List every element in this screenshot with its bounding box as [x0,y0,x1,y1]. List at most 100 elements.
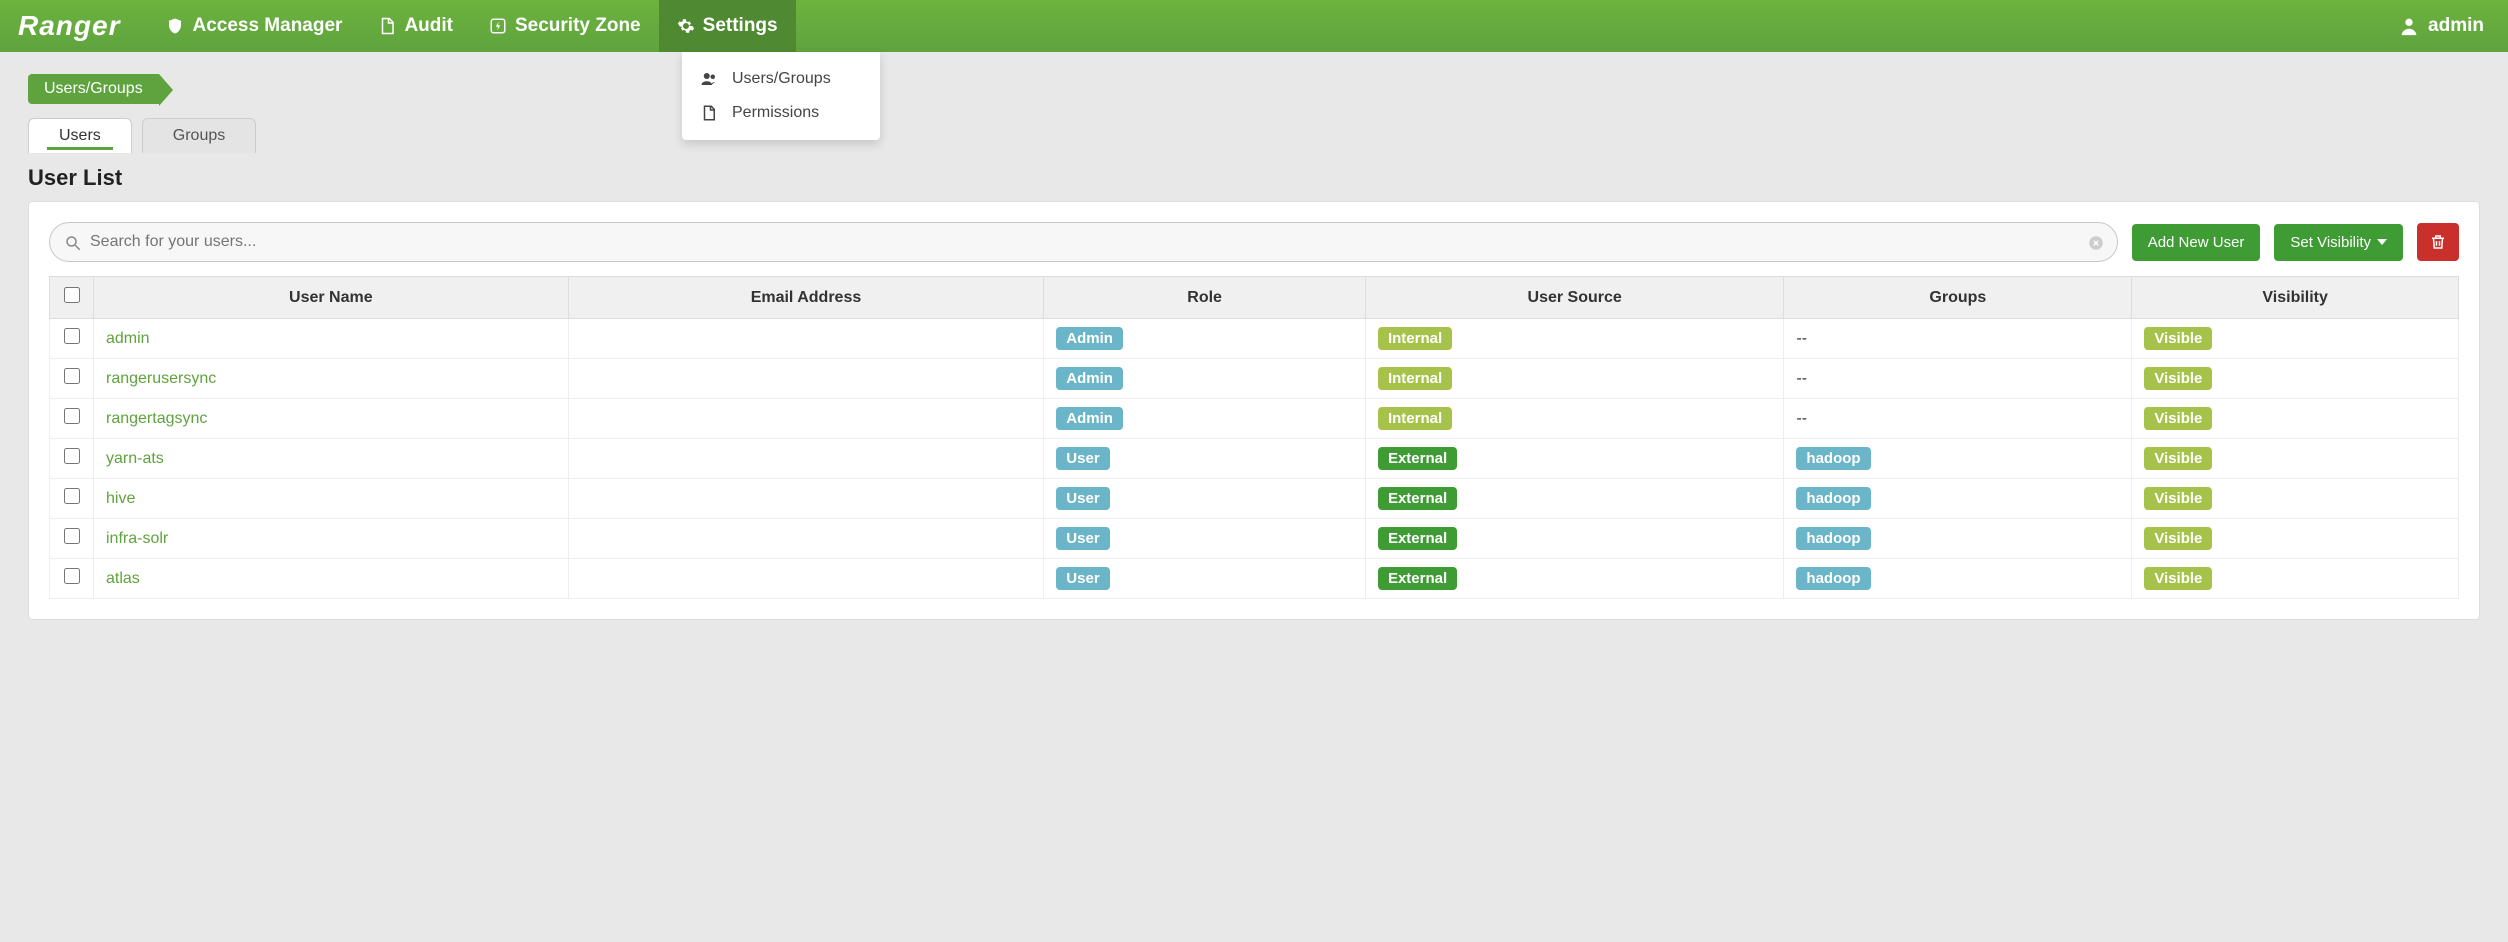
cell-source: Internal [1365,359,1783,399]
row-checkbox[interactable] [64,568,80,584]
cell-check [50,559,94,599]
caret-down-icon [2377,239,2387,245]
cell-email [568,559,1044,599]
cell-role: User [1044,439,1366,479]
add-user-button[interactable]: Add New User [2132,224,2261,261]
cell-groups: -- [1784,359,2132,399]
row-checkbox[interactable] [64,368,80,384]
gear-icon [677,17,695,35]
cell-role: Admin [1044,399,1366,439]
cell-groups: hadoop [1784,479,2132,519]
tab-groups[interactable]: Groups [142,118,256,153]
badge: Internal [1378,367,1452,390]
cell-check [50,479,94,519]
row-checkbox[interactable] [64,328,80,344]
table-row: admin Admin Internal -- Visible [50,319,2459,359]
table-row: rangerusersyncAdminInternal--Visible [50,359,2459,399]
badge: Visible [2144,527,2212,550]
trash-icon [2429,233,2447,251]
col-groups: Groups [1784,277,2132,319]
dropdown-label: Users/Groups [732,70,831,88]
cell-email [568,319,1044,359]
badge: hadoop [1796,447,1870,470]
cell-visibility: Visible [2132,519,2459,559]
badge: Admin [1056,327,1123,350]
user-link[interactable]: infra-solr [106,530,168,547]
dropdown-permissions[interactable]: Permissions [682,96,880,130]
badge: Internal [1378,327,1452,350]
toolbar: Add New User Set Visibility [49,222,2459,262]
search-input[interactable] [90,233,2081,251]
tab-users[interactable]: Users [28,118,132,153]
badge: Visible [2144,367,2212,390]
nav-label: Audit [404,15,453,37]
cell-groups: -- [1784,319,2132,359]
cell-groups: hadoop [1784,559,2132,599]
users-table: User Name Email Address Role User Source… [49,276,2459,599]
cell-user-name: rangerusersync [94,359,569,399]
cell-source: External [1365,479,1783,519]
badge: Visible [2144,327,2212,350]
cell-email [568,399,1044,439]
user-link[interactable]: yarn-ats [106,450,164,467]
nav-items: Access Manager Audit Security Zone Setti… [148,0,795,52]
col-source: User Source [1365,277,1783,319]
cell-groups: hadoop [1784,519,2132,559]
badge: hadoop [1796,567,1870,590]
panel: Add New User Set Visibility User Name Em… [28,201,2480,620]
col-role: Role [1044,277,1366,319]
cell-user-name: infra-solr [94,519,569,559]
set-visibility-button[interactable]: Set Visibility [2274,224,2403,261]
delete-button[interactable] [2417,223,2459,261]
clear-icon[interactable] [2087,234,2105,252]
cell-source: External [1365,559,1783,599]
cell-visibility: Visible [2132,359,2459,399]
nav-security-zone[interactable]: Security Zone [471,0,659,52]
breadcrumb[interactable]: Users/Groups [28,74,159,104]
tabs: Users Groups [28,118,2480,153]
cell-user-name: yarn-ats [94,439,569,479]
user-link[interactable]: hive [106,490,135,507]
nav-access-manager[interactable]: Access Manager [148,0,360,52]
user-link[interactable]: admin [106,330,150,347]
cell-source: External [1365,519,1783,559]
user-link[interactable]: rangerusersync [106,370,216,387]
cell-source: External [1365,439,1783,479]
cell-email [568,439,1044,479]
user-link[interactable]: atlas [106,570,140,587]
badge: External [1378,487,1457,510]
cell-check [50,519,94,559]
col-check [50,277,94,319]
col-visibility: Visibility [2132,277,2459,319]
badge: User [1056,447,1109,470]
cell-visibility: Visible [2132,319,2459,359]
nav-user[interactable]: admin [2384,15,2498,37]
cell-visibility: Visible [2132,559,2459,599]
search-box[interactable] [49,222,2118,262]
row-checkbox[interactable] [64,528,80,544]
badge: Visible [2144,447,2212,470]
row-checkbox[interactable] [64,488,80,504]
badge: hadoop [1796,527,1870,550]
badge: User [1056,527,1109,550]
badge: External [1378,567,1457,590]
row-checkbox[interactable] [64,408,80,424]
badge: Visible [2144,487,2212,510]
cell-role: User [1044,479,1366,519]
cell-check [50,359,94,399]
row-checkbox[interactable] [64,448,80,464]
bolt-icon [489,17,507,35]
nav-settings[interactable]: Settings [659,0,796,52]
nav-audit[interactable]: Audit [360,0,471,52]
cell-user-name: admin [94,319,569,359]
badge: External [1378,447,1457,470]
cell-source: Internal [1365,399,1783,439]
users-icon [700,70,718,88]
btn-label: Set Visibility [2290,234,2371,251]
cell-check [50,399,94,439]
dropdown-users-groups[interactable]: Users/Groups [682,62,880,96]
user-link[interactable]: rangertagsync [106,410,207,427]
file-icon [378,17,396,35]
select-all-checkbox[interactable] [64,287,80,303]
badge: Visible [2144,407,2212,430]
